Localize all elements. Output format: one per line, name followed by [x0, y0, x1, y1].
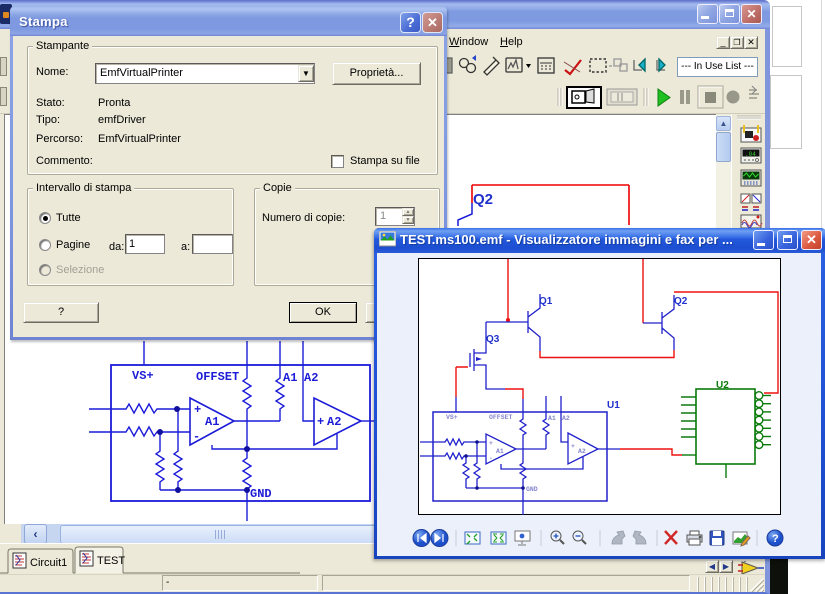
svg-text:TEST: TEST — [97, 555, 125, 567]
svg-text:.04: .04 — [745, 151, 756, 158]
svg-text:?: ? — [772, 533, 779, 545]
svg-text:Circuit1: Circuit1 — [30, 557, 67, 569]
